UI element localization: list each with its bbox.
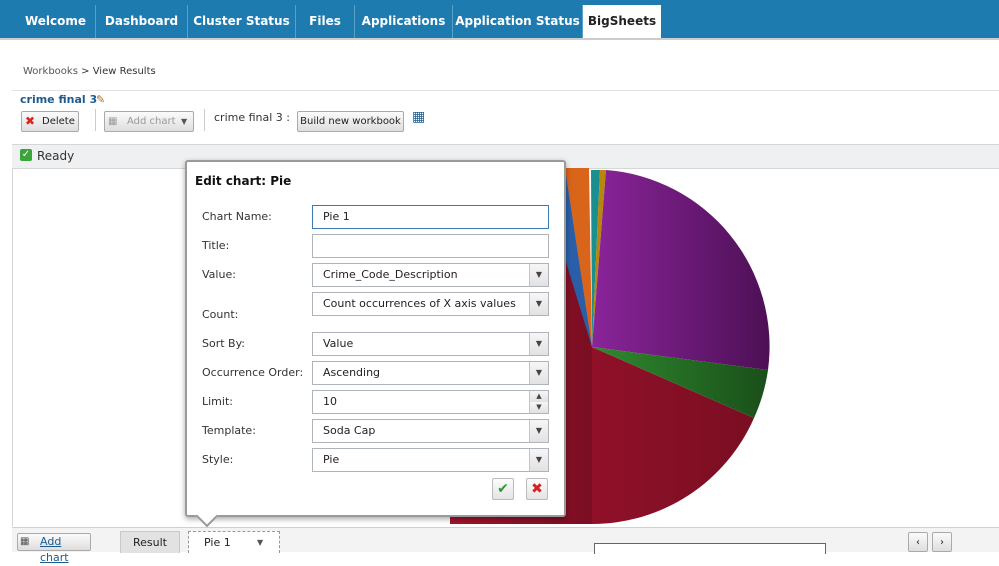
value-label: Value: [202,268,236,281]
arrow-left-icon[interactable]: ‹ [908,532,928,552]
style-select[interactable]: Pie ▼ [312,448,549,472]
chevron-down-icon[interactable]: ▼ [529,333,548,355]
add-chart-icon: ▦ [20,536,30,547]
template-label: Template: [202,424,256,437]
template-select-text: Soda Cap [323,424,376,437]
sort-by-label: Sort By: [202,337,246,350]
tooltip-box [594,543,826,554]
dialog-title: Edit chart: Pie [195,174,292,188]
occurrence-order-select-text: Ascending [323,366,381,379]
chevron-down-icon[interactable]: ▼ [529,293,548,315]
ok-icon[interactable]: ✔ [492,478,514,500]
pie-slice-purple [592,170,770,370]
bottom-add-chart-label: Add chart [40,535,69,564]
limit-label: Limit: [202,395,233,408]
chevron-down-icon[interactable]: ▼ [529,362,548,384]
arrow-right-icon[interactable]: › [932,532,952,552]
bottom-add-chart-button[interactable]: ▦ Add chart [17,533,91,564]
title-label: Title: [202,239,230,252]
sort-by-select[interactable]: Value ▼ [312,332,549,356]
template-select[interactable]: Soda Cap ▼ [312,419,549,443]
count-select[interactable]: Count occurrences of X axis values ▼ [312,292,549,316]
limit-stepper[interactable]: 10 ▲ ▼ [312,390,549,414]
chevron-down-icon[interactable]: ▼ [529,420,548,442]
title-input[interactable] [312,234,549,258]
style-label: Style: [202,453,234,466]
value-select-text: Crime_Code_Description [323,268,458,281]
edit-chart-dialog: Edit chart: Pie Chart Name: Pie 1 Title:… [185,160,566,528]
count-label: Count: [202,308,239,321]
count-select-text: Count occurrences of X axis values [323,297,516,310]
chevron-down-icon[interactable]: ▼ [529,449,548,471]
value-select[interactable]: Crime_Code_Description ▼ [312,263,549,287]
chart-name-label: Chart Name: [202,210,272,223]
tab-pie-1[interactable]: Pie 1 ▼ [188,531,280,553]
limit-value: 10 [323,395,337,408]
pie-tab-label: Pie 1 [204,536,231,549]
occurrence-order-select[interactable]: Ascending ▼ [312,361,549,385]
decrement-icon[interactable]: ▼ [529,402,548,413]
tab-result[interactable]: Result [120,531,180,553]
chevron-down-icon[interactable]: ▼ [529,264,548,286]
occurrence-order-label: Occurrence Order: [202,366,304,379]
chart-name-input[interactable]: Pie 1 [312,205,549,229]
style-select-text: Pie [323,453,340,466]
dropdown-icon[interactable]: ▼ [257,532,263,553]
bottom-tab-bar: ▦ Add chart Result Pie 1 ▼ ‹ › [12,527,999,564]
cancel-icon[interactable]: ✖ [526,478,548,500]
sort-by-select-text: Value [323,337,354,350]
